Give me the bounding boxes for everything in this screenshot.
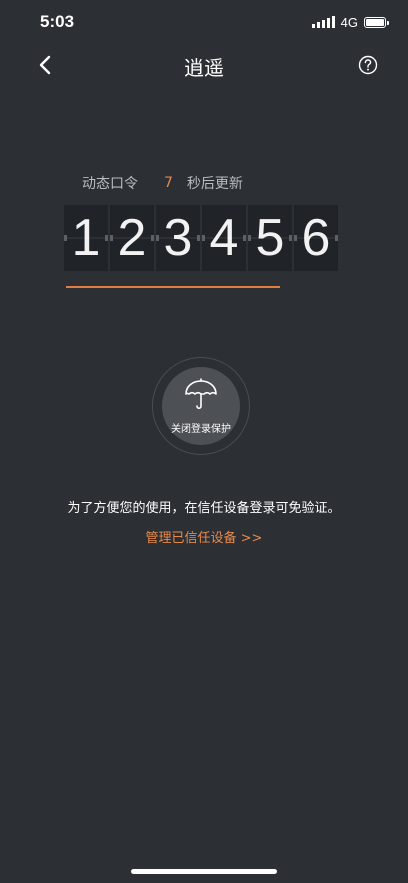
status-icons: 4G — [311, 14, 389, 30]
manage-trusted-devices-link[interactable]: 管理已信任设备 >> — [0, 527, 408, 546]
countdown-suffix: 秒后更新 — [186, 176, 243, 192]
home-indicator[interactable] — [131, 869, 277, 874]
signal-icon — [311, 16, 335, 28]
page-title: 逍遥 — [184, 56, 224, 80]
token-digit: 3 — [156, 205, 200, 271]
countdown-progress-bar — [66, 286, 280, 288]
status-time: 5:03 — [40, 12, 75, 31]
token-label: 动态口令 — [82, 176, 138, 192]
help-icon[interactable] — [358, 55, 378, 75]
countdown-value: 7 — [164, 175, 173, 191]
token-digit: 4 — [202, 205, 246, 271]
token-digit: 2 — [110, 205, 154, 271]
token-digits: 1 2 3 4 5 6 — [64, 205, 338, 271]
token-digit: 5 — [248, 205, 292, 271]
token-digit: 6 — [294, 205, 338, 271]
umbrella-icon — [185, 378, 217, 410]
token-digit: 1 — [64, 205, 108, 271]
protection-toggle-label: 关闭登录保护 — [171, 424, 231, 435]
network-label: 4G — [340, 14, 358, 30]
trusted-device-description: 为了方便您的使用，在信任设备登录可免验证。 — [67, 501, 341, 516]
token-label-row: 动态口令 7 秒后更新 — [82, 173, 243, 193]
battery-icon — [364, 16, 389, 28]
